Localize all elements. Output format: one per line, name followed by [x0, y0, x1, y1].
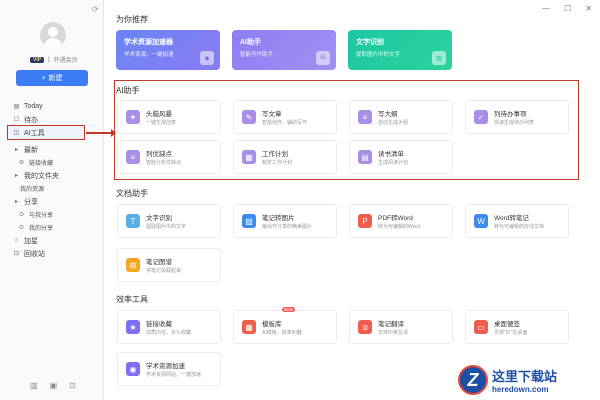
tool-reading-list[interactable]: ▤ 读书清单 生成阅读计划 [349, 140, 453, 174]
sidebar-item-my-folders[interactable]: ▸ 我的文件夹 [0, 169, 104, 182]
main-content: 为你推荐 学术资源加速器 学术资源，一键加速 ◆ AI助手 智能写作助手 AI … [104, 0, 600, 400]
layout-icon[interactable]: ▥ [30, 381, 38, 390]
settings-icon[interactable]: ⊡ [69, 381, 76, 390]
sidebar-item-latest[interactable]: ▸ 最新 [0, 143, 104, 156]
tool-write-outline[interactable]: ≡ 写大纲 自动生成大纲 [349, 100, 453, 134]
refresh-icon[interactable]: ⟳ [92, 5, 99, 14]
tool-link-favorites[interactable]: ★ 链接收藏 优质内容，永久收藏 [117, 310, 221, 344]
chevron-right-icon: ▸ [14, 147, 18, 153]
star-icon: ★ [126, 320, 140, 334]
lightbulb-icon: ✦ [126, 110, 140, 124]
recommend-card-academic[interactable]: 学术资源加速器 学术资源，一键加速 ◆ [116, 30, 220, 70]
checklist-icon: ✓ [474, 110, 488, 124]
panel-icon[interactable]: ▣ [50, 381, 58, 390]
open-membership-link[interactable]: 开通会员 [54, 55, 78, 64]
tool-academic-accelerate[interactable]: ◉ 学术资源加速 学术资源网站，一键加速 [117, 352, 221, 386]
sidebar-nav: ▤ Today ☐ 待办 ◫ AI工具 ▸ 最新 ⊘ 链接收藏 ▸ 我的文件夹 … [0, 100, 104, 260]
new-badge: New [282, 307, 296, 312]
rocket-icon: ◆ [200, 51, 214, 65]
tool-note-to-image[interactable]: ▧ 笔记转图片 输出可分享的精美图片 [233, 204, 337, 238]
tool-pros-cons[interactable]: ≡ 列优缺点 智能分析优缺点 [117, 140, 221, 174]
ai-icon: AI [316, 51, 330, 65]
chevron-right-icon: ▸ [14, 199, 18, 205]
new-button[interactable]: + 新建 [16, 70, 88, 86]
sidebar-item-todo[interactable]: ☐ 待办 [0, 113, 104, 126]
tool-todo-list[interactable]: ✓ 列待办事项 快速生成待办列表 [465, 100, 569, 134]
globe-icon: ◉ [126, 362, 140, 376]
text-recognition-icon: T [126, 214, 140, 228]
section-title-doc: 文档助手 [116, 189, 148, 198]
tool-ocr[interactable]: T 文字识别 提取图片中的文字 [117, 204, 221, 238]
member-row: VIP | 开通会员 [30, 55, 78, 64]
section-title-recommend: 为你推荐 [116, 15, 148, 24]
sidebar-item-shared-with-me[interactable]: ⊙ 与我分享 [0, 208, 104, 221]
briefcase-icon: ▦ [242, 150, 256, 164]
translate-icon: 译 [358, 320, 372, 334]
sticky-note-icon: ▭ [474, 320, 488, 334]
template-icon: ▦ [242, 320, 256, 334]
tool-note-translate[interactable]: 译 笔记翻译 支持中英互译 [349, 310, 453, 344]
pdf-icon: P [358, 214, 372, 228]
sidebar: ⟳ VIP | 开通会员 + 新建 ▤ Today ☐ 待办 ◫ AI工具 ▸ … [0, 0, 104, 400]
tool-note-graph[interactable]: ⊞ 笔记图谱 将笔记关联起来 [117, 248, 221, 282]
plus-icon: + [41, 74, 46, 82]
tool-word-to-note[interactable]: W Word转笔记 转为可编辑的在线文档 [465, 204, 569, 238]
tool-brainstorm[interactable]: ✦ 头脑风暴 一键生成创意 [117, 100, 221, 134]
pen-icon: ✎ [242, 110, 256, 124]
chevron-right-icon: ▸ [14, 173, 18, 179]
vip-badge: VIP [30, 56, 45, 63]
tool-template-library[interactable]: ▦ 模板库 AI模板，效率利器 New [233, 307, 337, 344]
site-logo: Z [458, 365, 488, 395]
sidebar-item-link-favorites[interactable]: ⊘ 链接收藏 [0, 156, 104, 169]
link-icon: ⊘ [18, 160, 25, 166]
graph-icon: ⊞ [126, 258, 140, 272]
checkbox-icon: ☐ [13, 117, 20, 123]
star-icon: ☆ [13, 238, 20, 244]
book-icon: ▤ [358, 150, 372, 164]
sidebar-item-starred[interactable]: ☆ 加星 [0, 234, 104, 247]
calendar-icon: ▤ [13, 104, 20, 110]
outline-icon: ≡ [358, 110, 372, 124]
sidebar-item-today[interactable]: ▤ Today [0, 100, 104, 113]
sidebar-item-my-shares[interactable]: ⊙ 我的分享 [0, 221, 104, 234]
user-icon: ⊙ [18, 225, 25, 231]
list-icon: ≡ [126, 150, 140, 164]
recommend-card-ocr[interactable]: 文字识别 提取图片中的文字 ▨ [348, 30, 452, 70]
image-icon: ▨ [432, 51, 446, 65]
tool-desktop-sticky[interactable]: ▭ 桌面便签 灵感"钉"在桌面 [465, 310, 569, 344]
sidebar-item-ai-tools[interactable]: ◫ AI工具 [7, 125, 85, 140]
recommend-card-ai-assistant[interactable]: AI助手 智能写作助手 AI [232, 30, 336, 70]
sidebar-bottom-toolbar: ▥ ▣ ⊡ [30, 381, 76, 390]
tool-work-plan[interactable]: ▦ 工作计划 制定工作计划 [233, 140, 337, 174]
site-watermark: Z 这里下载站 heredown.com [458, 362, 598, 398]
tool-write-article[interactable]: ✎ 写文章 智能创作，辅助写作 [233, 100, 337, 134]
word-icon: W [474, 214, 488, 228]
section-title-efficiency: 效率工具 [116, 295, 148, 304]
sidebar-item-share[interactable]: ▸ 分享 [0, 195, 104, 208]
ai-tools-icon: ◫ [13, 130, 20, 136]
section-title-ai: AI助手 [116, 86, 140, 95]
image-icon: ▧ [242, 214, 256, 228]
user-icon: ⊙ [18, 212, 25, 218]
sidebar-item-my-resources[interactable]: 我的资源 [0, 182, 104, 195]
sidebar-item-trash[interactable]: ⊡ 回收站 [0, 247, 104, 260]
avatar[interactable] [40, 22, 66, 48]
tool-pdf-to-word[interactable]: P PDF转Word 转为可编辑的Word [349, 204, 453, 238]
trash-icon: ⊡ [13, 251, 20, 257]
